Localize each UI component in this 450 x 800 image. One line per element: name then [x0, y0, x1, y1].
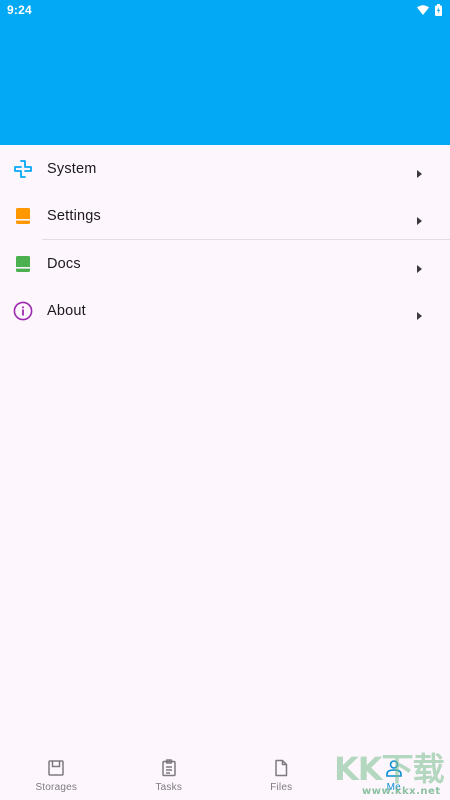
bottom-navigation: Storages Tasks Files Me — [0, 748, 450, 800]
docs-icon — [13, 254, 33, 274]
menu-item-settings[interactable]: Settings — [0, 192, 450, 239]
battery-icon — [435, 4, 442, 16]
menu-item-label: About — [47, 302, 86, 319]
status-icons — [417, 0, 442, 20]
about-icon — [13, 301, 33, 321]
nav-item-me[interactable]: Me — [338, 748, 450, 800]
storages-icon — [46, 758, 66, 778]
nav-label: Storages — [35, 782, 78, 793]
menu-item-system[interactable]: System — [0, 145, 450, 192]
chevron-right-icon — [417, 307, 423, 320]
nav-item-storages[interactable]: Storages — [0, 748, 113, 800]
system-icon — [13, 159, 33, 179]
menu-item-label: Settings — [47, 207, 101, 224]
menu-item-label: Docs — [47, 255, 81, 272]
chevron-right-icon — [417, 212, 423, 225]
nav-label: Tasks — [155, 782, 183, 793]
nav-item-files[interactable]: Files — [225, 748, 338, 800]
menu-item-docs[interactable]: Docs — [0, 240, 450, 287]
chevron-right-icon — [417, 165, 423, 178]
nav-label: Files — [270, 782, 293, 793]
nav-item-tasks[interactable]: Tasks — [113, 748, 226, 800]
menu-item-label: System — [47, 160, 97, 177]
chevron-right-icon — [417, 260, 423, 273]
tasks-icon — [159, 758, 179, 778]
menu-list: System Settings Docs About — [0, 145, 450, 334]
settings-icon — [13, 206, 33, 226]
files-icon — [271, 758, 291, 778]
me-icon — [384, 758, 404, 778]
nav-label: Me — [386, 782, 401, 793]
status-time: 9:24 — [7, 3, 32, 17]
header-banner — [0, 0, 450, 145]
status-bar: 9:24 — [0, 0, 450, 20]
wifi-icon — [417, 5, 429, 15]
menu-item-about[interactable]: About — [0, 287, 450, 334]
